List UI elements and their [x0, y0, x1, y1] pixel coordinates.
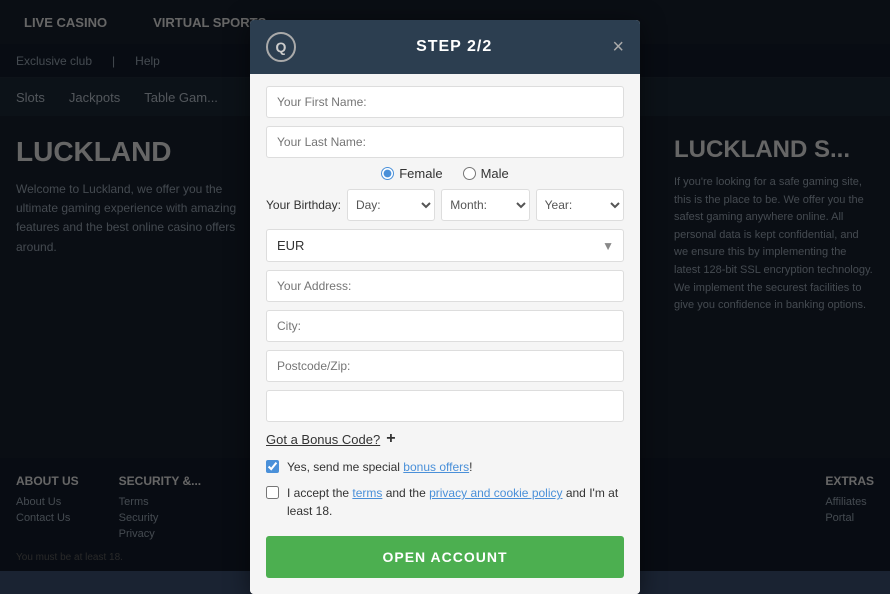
- currency-field: EUR ▼: [266, 229, 624, 262]
- modal-body: Female Male Your Birthday: Day: Month: Y…: [250, 74, 640, 594]
- gender-female-label: Female: [399, 166, 442, 181]
- registration-modal: Q STEP 2/2 × Female Male: [250, 20, 640, 594]
- gender-male-radio[interactable]: [463, 167, 476, 180]
- gender-female-option[interactable]: Female: [381, 166, 442, 181]
- gender-female-radio[interactable]: [381, 167, 394, 180]
- terms-prefix: I accept the: [287, 486, 352, 500]
- modal-close-button[interactable]: ×: [612, 37, 624, 57]
- last-name-input[interactable]: [266, 126, 624, 158]
- last-name-field: [266, 126, 624, 158]
- privacy-policy-link[interactable]: privacy and cookie policy: [429, 486, 562, 500]
- modal-logo-icon: Q: [266, 32, 296, 62]
- bonus-offers-suffix: !: [469, 460, 472, 474]
- terms-checkbox[interactable]: [266, 486, 279, 499]
- gender-row: Female Male: [266, 166, 624, 181]
- city-input[interactable]: [266, 310, 624, 342]
- gender-male-option[interactable]: Male: [463, 166, 509, 181]
- modal-header: Q STEP 2/2 ×: [250, 20, 640, 74]
- first-name-input[interactable]: [266, 86, 624, 118]
- address-field: [266, 270, 624, 302]
- birthday-row: Your Birthday: Day: Month: Year:: [266, 189, 624, 221]
- bonus-code-plus-icon[interactable]: +: [386, 430, 395, 448]
- city-field: [266, 310, 624, 342]
- terms-checkbox-row: I accept the terms and the privacy and c…: [266, 484, 624, 520]
- bonus-offers-link[interactable]: bonus offers: [403, 460, 469, 474]
- modal-title: STEP 2/2: [296, 38, 612, 56]
- terms-link[interactable]: terms: [352, 486, 382, 500]
- postcode-field: [266, 350, 624, 382]
- terms-middle: and the: [382, 486, 429, 500]
- bonus-code-text[interactable]: Got a Bonus Code?: [266, 432, 380, 447]
- birthday-label: Your Birthday:: [266, 198, 341, 212]
- bonus-offers-checkbox[interactable]: [266, 460, 279, 473]
- first-name-field: [266, 86, 624, 118]
- birthday-month-select[interactable]: Month:: [441, 189, 529, 221]
- birthday-year-select[interactable]: Year:: [536, 189, 624, 221]
- modal-overlay: Q STEP 2/2 × Female Male: [0, 0, 890, 571]
- bonus-offers-prefix: Yes, send me special: [287, 460, 403, 474]
- bonus-offers-checkbox-row: Yes, send me special bonus offers!: [266, 458, 624, 476]
- postcode-input[interactable]: [266, 350, 624, 382]
- extra-input[interactable]: [266, 390, 624, 422]
- terms-label: I accept the terms and the privacy and c…: [287, 484, 624, 520]
- open-account-button[interactable]: OPEN ACCOUNT: [266, 536, 624, 578]
- gender-male-label: Male: [481, 166, 509, 181]
- address-input[interactable]: [266, 270, 624, 302]
- bonus-offers-label: Yes, send me special bonus offers!: [287, 458, 472, 476]
- bonus-code-row[interactable]: Got a Bonus Code? +: [266, 430, 624, 448]
- currency-select[interactable]: EUR: [266, 229, 624, 262]
- birthday-day-select[interactable]: Day:: [347, 189, 435, 221]
- extra-field: [266, 390, 624, 422]
